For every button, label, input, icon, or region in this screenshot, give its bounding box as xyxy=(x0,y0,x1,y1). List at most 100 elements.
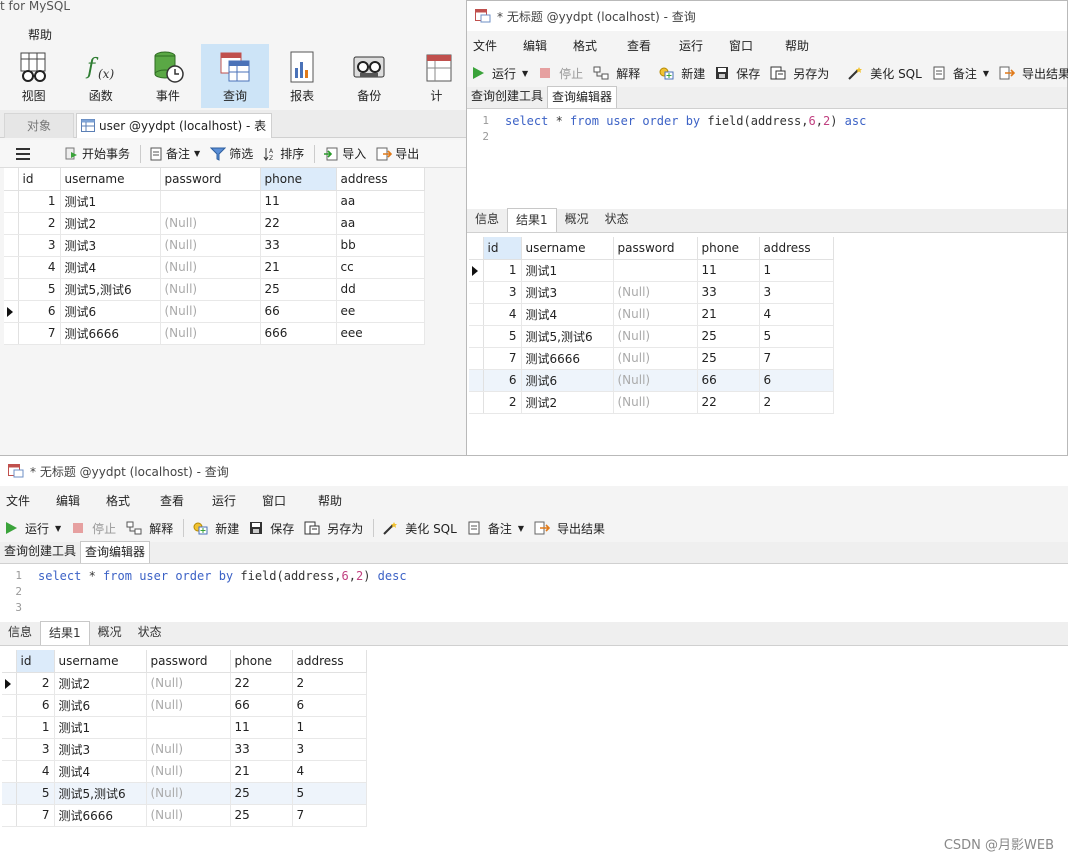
row-selector[interactable] xyxy=(4,190,18,212)
tab-user-table[interactable]: user @yydpt (localhost) - 表 xyxy=(76,113,272,138)
memo-button[interactable]: 备注▼ xyxy=(932,65,989,82)
cell-username[interactable]: 测试3 xyxy=(54,738,146,760)
cell-id[interactable]: 2 xyxy=(16,672,54,694)
table-row[interactable]: 1测试1111 xyxy=(469,259,833,281)
table-row[interactable]: 7测试6666(Null)666eee xyxy=(4,322,424,344)
cell-phone[interactable]: 21 xyxy=(230,760,292,782)
cell-id[interactable]: 3 xyxy=(18,234,60,256)
user-table-grid[interactable]: idusernamepasswordphoneaddress1测试111aa2测… xyxy=(4,168,425,345)
cell-id[interactable]: 4 xyxy=(16,760,54,782)
cell-phone[interactable]: 21 xyxy=(697,303,759,325)
sql-editor[interactable]: 123 select * from user order by field(ad… xyxy=(0,564,1068,622)
ribbon-query-button[interactable]: 查询 xyxy=(201,44,268,108)
cell-password[interactable]: (Null) xyxy=(160,212,260,234)
result-tab-status[interactable]: 状态 xyxy=(597,208,637,232)
cell-id[interactable]: 3 xyxy=(16,738,54,760)
row-selector[interactable] xyxy=(2,782,16,804)
cell-address[interactable]: 1 xyxy=(759,259,833,281)
tab-query-editor[interactable]: 查询编辑器 xyxy=(80,541,150,563)
result-tab-profile[interactable]: 概况 xyxy=(90,621,130,645)
cell-password[interactable]: (Null) xyxy=(160,300,260,322)
new-button[interactable]: 新建 xyxy=(658,65,705,82)
cell-username[interactable]: 测试1 xyxy=(60,190,160,212)
import-button[interactable]: 导入 xyxy=(323,145,366,162)
cell-password[interactable]: (Null) xyxy=(146,738,230,760)
ribbon-backup-button[interactable]: 备份 xyxy=(336,44,403,108)
export-button[interactable]: 导出 xyxy=(376,145,419,162)
cell-password[interactable] xyxy=(613,259,697,281)
cell-address[interactable]: 2 xyxy=(759,391,833,413)
table-row[interactable]: 3测试3(Null)33bb xyxy=(4,234,424,256)
cell-phone[interactable]: 22 xyxy=(260,212,336,234)
menu-file[interactable]: 文件 xyxy=(473,37,523,54)
cell-id[interactable]: 7 xyxy=(16,804,54,826)
cell-phone[interactable]: 33 xyxy=(697,281,759,303)
cell-phone[interactable]: 25 xyxy=(230,782,292,804)
column-header-phone[interactable]: phone xyxy=(260,168,336,190)
row-selector[interactable] xyxy=(4,300,18,322)
cell-address[interactable]: cc xyxy=(336,256,424,278)
cell-password[interactable] xyxy=(146,716,230,738)
cell-username[interactable]: 测试6 xyxy=(54,694,146,716)
cell-id[interactable]: 7 xyxy=(483,347,521,369)
table-row[interactable]: 3测试3(Null)333 xyxy=(469,281,833,303)
cell-password[interactable]: (Null) xyxy=(613,281,697,303)
cell-address[interactable]: 4 xyxy=(292,760,366,782)
cell-address[interactable]: 5 xyxy=(292,782,366,804)
cell-username[interactable]: 测试3 xyxy=(521,281,613,303)
table-row[interactable]: 4测试4(Null)214 xyxy=(2,760,366,782)
explain-button[interactable]: 解释 xyxy=(126,520,173,537)
export-result-button[interactable]: 导出结果 xyxy=(999,65,1068,82)
menu-edit[interactable]: 编辑 xyxy=(523,37,573,54)
column-header-id[interactable]: id xyxy=(16,650,54,672)
cell-address[interactable]: eee xyxy=(336,322,424,344)
cell-username[interactable]: 测试4 xyxy=(60,256,160,278)
cell-address[interactable]: 3 xyxy=(292,738,366,760)
cell-username[interactable]: 测试4 xyxy=(54,760,146,782)
chevron-down-icon[interactable]: ▼ xyxy=(518,524,524,533)
cell-id[interactable]: 6 xyxy=(483,369,521,391)
cell-username[interactable]: 测试5,测试6 xyxy=(60,278,160,300)
cell-id[interactable]: 5 xyxy=(483,325,521,347)
cell-username[interactable]: 测试6666 xyxy=(521,347,613,369)
table-row[interactable]: 7测试6666(Null)257 xyxy=(469,347,833,369)
table-row[interactable]: 5测试5,测试6(Null)255 xyxy=(469,325,833,347)
table-row[interactable]: 6测试6(Null)666 xyxy=(469,369,833,391)
cell-phone[interactable]: 11 xyxy=(230,716,292,738)
menu-help[interactable]: 帮助 xyxy=(318,492,368,509)
cell-phone[interactable]: 66 xyxy=(697,369,759,391)
memo-button[interactable]: 备注 ▼ xyxy=(149,145,200,162)
cell-id[interactable]: 5 xyxy=(16,782,54,804)
cell-password[interactable]: (Null) xyxy=(160,278,260,300)
cell-password[interactable]: (Null) xyxy=(146,694,230,716)
column-header-address[interactable]: address xyxy=(292,650,366,672)
table-row[interactable]: 7测试6666(Null)257 xyxy=(2,804,366,826)
table-row[interactable]: 4测试4(Null)21cc xyxy=(4,256,424,278)
ribbon-function-button[interactable]: f(x)函数 xyxy=(67,44,134,108)
cell-phone[interactable]: 25 xyxy=(697,347,759,369)
table-row[interactable]: 1测试111aa xyxy=(4,190,424,212)
cell-id[interactable]: 4 xyxy=(483,303,521,325)
row-selector[interactable] xyxy=(469,281,483,303)
cell-id[interactable]: 6 xyxy=(18,300,60,322)
stop-button[interactable]: 停止 xyxy=(71,520,116,537)
cell-address[interactable]: 3 xyxy=(759,281,833,303)
menu-edit[interactable]: 编辑 xyxy=(56,492,106,509)
row-selector[interactable] xyxy=(2,672,16,694)
cell-address[interactable]: 1 xyxy=(292,716,366,738)
result-tab-result1[interactable]: 结果1 xyxy=(40,621,90,645)
column-header-address[interactable]: address xyxy=(759,237,833,259)
cell-id[interactable]: 2 xyxy=(483,391,521,413)
sort-button[interactable]: AZ 排序 xyxy=(263,145,304,162)
row-selector[interactable] xyxy=(2,804,16,826)
menu-lines-icon[interactable] xyxy=(16,148,33,160)
column-header-phone[interactable]: phone xyxy=(230,650,292,672)
table-row[interactable]: 3测试3(Null)333 xyxy=(2,738,366,760)
memo-button[interactable]: 备注▼ xyxy=(467,520,524,537)
row-selector[interactable] xyxy=(469,369,483,391)
cell-password[interactable]: (Null) xyxy=(613,325,697,347)
beautify-sql-button[interactable]: 美化 SQL xyxy=(847,65,922,82)
table-row[interactable]: 6测试6(Null)666 xyxy=(2,694,366,716)
menu-view[interactable]: 查看 xyxy=(160,492,212,509)
result-tab-profile[interactable]: 概况 xyxy=(557,208,597,232)
